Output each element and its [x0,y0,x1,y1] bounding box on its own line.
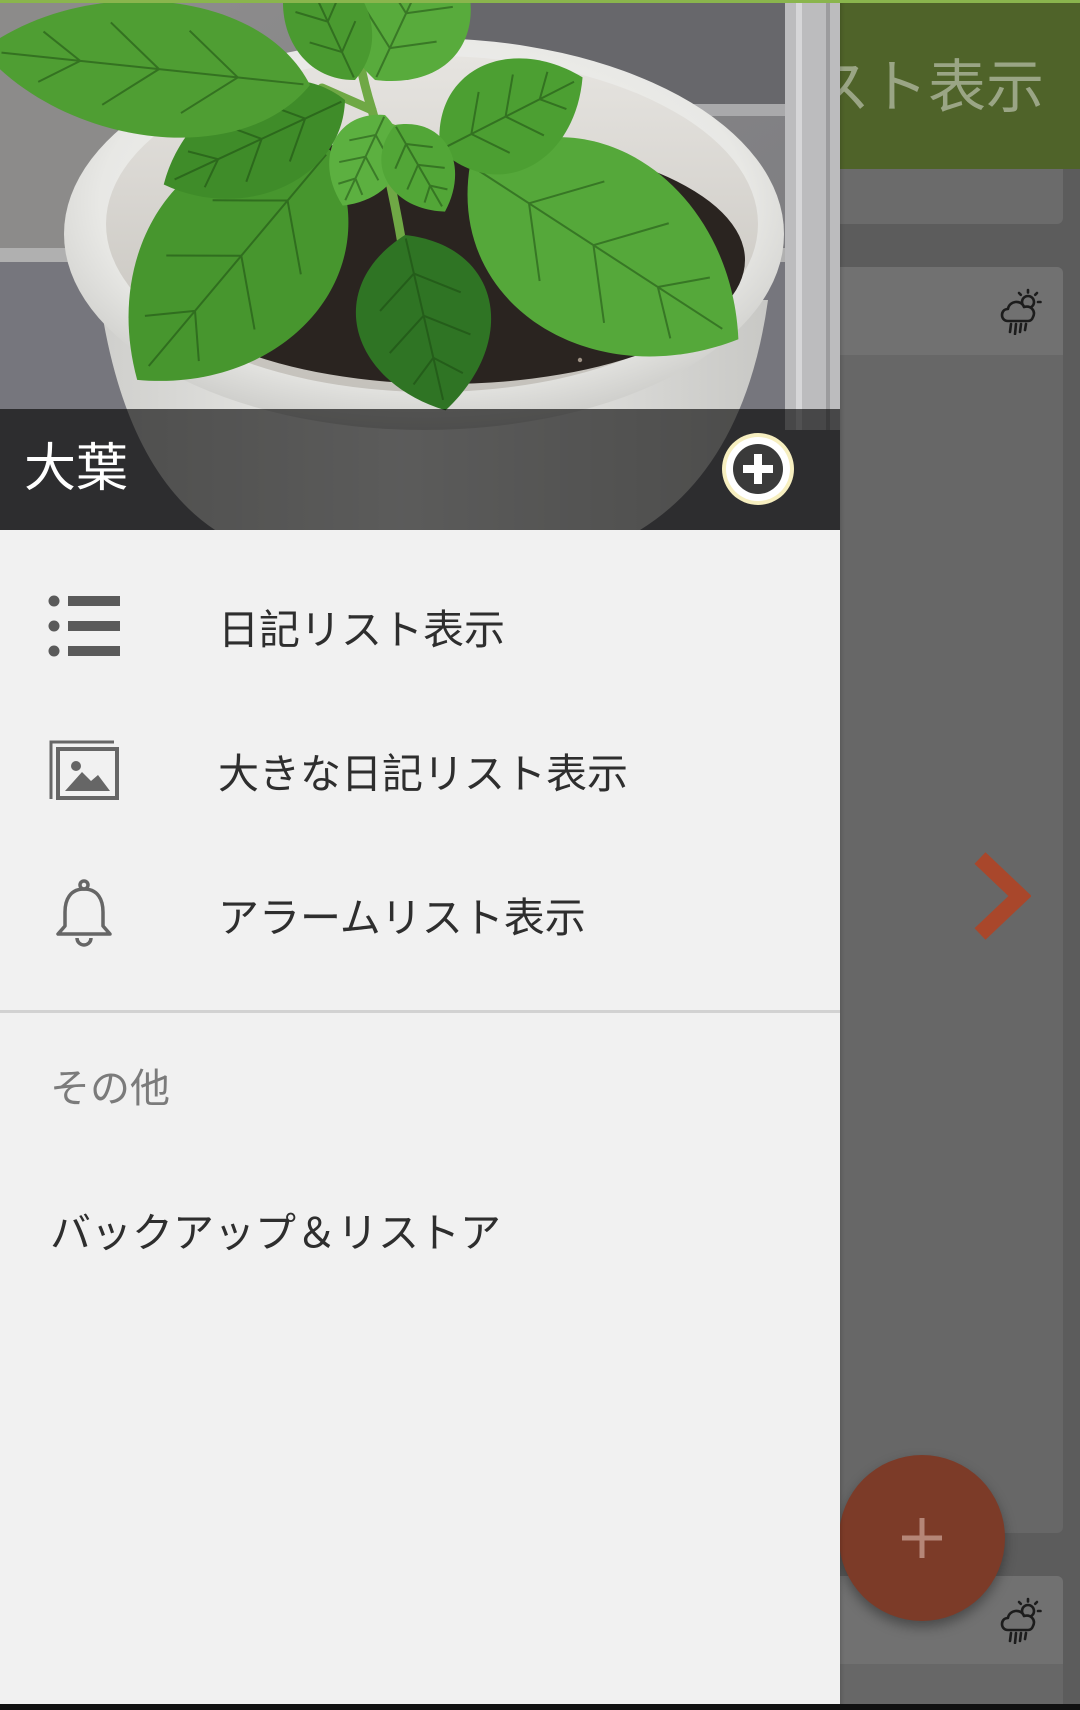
section-header-other: その他 [50,1066,170,1112]
drawer-header: 大葉 [0,0,840,530]
menu-item-large-diary-list[interactable]: 大きな日記リスト表示 [0,698,840,842]
menu-item-label: アラームリスト表示 [218,894,586,942]
list-icon [48,590,120,662]
menu-item-label: 大きな日記リスト表示 [218,750,628,798]
menu-item-alarm-list[interactable]: アラームリスト表示 [0,842,840,986]
image-gallery-icon [48,734,120,806]
menu-item-label: 日記リスト表示 [218,606,505,654]
menu-item-diary-list[interactable]: 日記リスト表示 [0,554,840,698]
add-circle-icon[interactable] [720,431,796,507]
header-title-bar: 大葉 [0,409,840,530]
menu-item-backup-restore[interactable]: バックアップ＆リストア [0,1157,840,1301]
bottom-edge-bar [0,1704,1080,1710]
bell-icon [48,878,120,950]
navigation-drawer: 大葉 日記リスト表示 大きな日記リスト表示 アラームリスト表示 その他 バックア… [0,0,840,1710]
plant-name-title: 大葉 [24,439,129,499]
status-accent-line [0,0,1080,3]
drawer-menu: 日記リスト表示 大きな日記リスト表示 アラームリスト表示 その他 バックアップ＆… [0,530,840,1301]
drawer-scrim[interactable] [840,0,1080,1710]
